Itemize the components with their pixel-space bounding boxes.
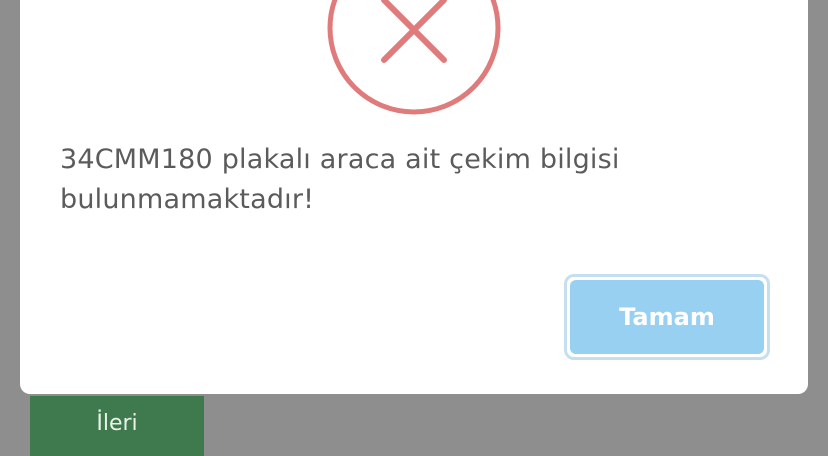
- confirm-button[interactable]: Tamam: [570, 280, 764, 354]
- alert-dialog: 34CMM180 plakalı araca ait çekim bilgisi…: [20, 0, 808, 394]
- alert-message: 34CMM180 plakalı araca ait çekim bilgisi…: [60, 144, 620, 215]
- next-button[interactable]: İleri: [30, 396, 204, 456]
- error-x-icon: [326, 0, 502, 116]
